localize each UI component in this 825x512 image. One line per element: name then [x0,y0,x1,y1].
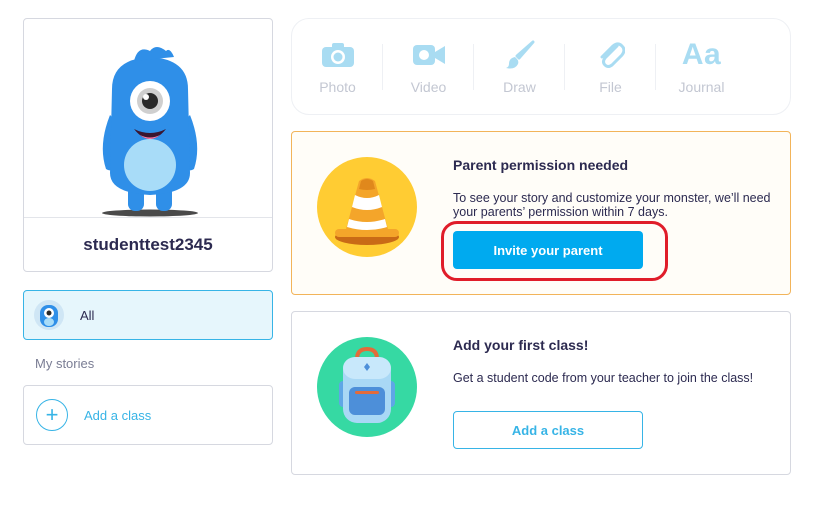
tool-label: Video [410,78,447,95]
tool-file[interactable]: File [565,32,656,102]
class-card-text: Get a student code from your teacher to … [453,371,754,385]
sidebar-item-all[interactable]: All [23,290,273,340]
tool-label: Draw [503,78,536,95]
tool-label: Journal [678,78,725,95]
traffic-cone-illustration [317,157,417,257]
plus-icon: + [36,399,68,431]
profile-card: studenttest2345 [23,18,273,272]
section-label-my-stories: My stories [35,356,95,371]
sidebar-add-class-label: Add a class [84,407,152,423]
tool-label: File [599,78,622,95]
monster-avatar [102,47,198,217]
sidebar-item-label: All [80,307,95,323]
paintbrush-icon [505,39,535,71]
sidebar-add-class-button[interactable]: + Add a class [23,385,273,445]
add-class-button[interactable]: Add a class [453,411,643,449]
post-toolbar: Photo Video Draw File Aa Journal [291,18,791,115]
highlight-annotation [441,221,668,281]
video-camera-icon [412,39,446,71]
journal-aa-icon: Aa [681,37,722,71]
paperclip-icon [597,39,625,71]
add-class-card: Add your first class! Get a student code… [291,311,791,475]
tool-video[interactable]: Video [383,32,474,102]
backpack-illustration [317,337,417,437]
profile-avatar-area [24,19,272,218]
tool-label: Photo [319,78,356,95]
profile-username: studenttest2345 [83,235,213,254]
permission-title: Parent permission needed [453,157,629,173]
tool-journal[interactable]: Aa Journal [656,32,747,102]
avatar [34,300,64,330]
class-card-title: Add your first class! [453,337,589,353]
permission-text: To see your story and customize your mon… [453,191,771,219]
tool-photo[interactable]: Photo [292,32,383,102]
tool-draw[interactable]: Draw [474,32,565,102]
camera-icon [321,39,355,71]
